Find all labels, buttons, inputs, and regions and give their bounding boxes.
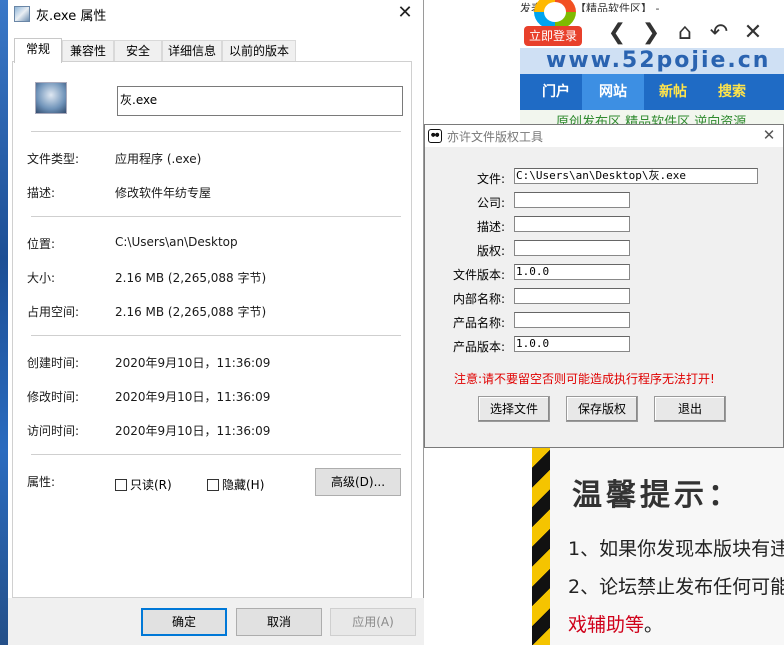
company-label: 公司: [476,196,505,210]
properties-dialog: 灰.exe 属性 ✕ 常规 兼容性 安全 详细信息 以前的版本 灰.exe 文件… [8,0,424,645]
desktop-background [0,0,8,645]
description-input[interactable] [514,216,630,232]
product-name-input[interactable] [514,312,630,328]
undo-icon[interactable]: ↶ [702,20,736,45]
close-icon[interactable]: ✕ [393,2,417,26]
hidden-checkbox[interactable]: 隐藏(H) [207,476,264,493]
copyright-input[interactable] [514,240,630,256]
warning-stripe [532,448,550,645]
readonly-label: 只读(R) [130,478,172,492]
divider [31,335,401,336]
close-icon[interactable]: ✕ [759,125,779,147]
advanced-button[interactable]: 高级(D)... [315,468,401,496]
panda-icon [428,129,442,143]
tab-previous-versions[interactable]: 以前的版本 [222,40,296,62]
created-value: 2020年9月10日，11:36:09 [115,356,271,370]
product-name-label: 产品名称: [452,316,505,330]
site-nav-portal[interactable]: 门户 [530,74,582,110]
dialog-footer: 确定 取消 应用(A) [8,598,424,645]
filename-input[interactable]: 灰.exe [117,86,403,116]
warning-text: 注意:请不要留空否则可能造成执行程序无法打开! [454,372,715,386]
product-version-input[interactable]: 1.0.0 [514,336,630,352]
size-label: 大小: [27,271,56,285]
accessed-value: 2020年9月10日，11:36:09 [115,424,271,438]
modified-label: 修改时间: [27,390,80,404]
back-icon[interactable]: ❮ [600,20,634,45]
exe-icon [35,82,67,114]
exit-button[interactable]: 退出 [654,396,726,422]
dialog-title: 灰.exe 属性 [36,9,107,24]
apply-button[interactable]: 应用(A) [330,608,416,636]
tab-general[interactable]: 常规 [14,38,62,63]
login-button[interactable]: 立即登录 [524,26,582,46]
size-value: 2.16 MB (2,265,088 字节) [115,271,267,285]
internal-name-input[interactable] [514,288,630,304]
tool-titlebar[interactable]: 亦许文件版权工具 ✕ [425,125,783,147]
divider [31,216,401,217]
cancel-button[interactable]: 取消 [236,608,322,636]
file-version-label: 文件版本: [452,268,505,282]
tab-details[interactable]: 详细信息 [162,40,222,62]
description-value: 修改软件年纺专屋 [115,186,212,200]
file-path-input[interactable]: C:\Users\an\Desktop\灰.exe [514,168,758,184]
save-copyright-button[interactable]: 保存版权 [566,396,638,422]
location-label: 位置: [27,237,56,251]
tab-compatibility[interactable]: 兼容性 [62,40,114,62]
copyright-tool-window: 亦许文件版权工具 ✕ 文件: C:\Users\an\Desktop\灰.exe… [424,124,784,448]
created-label: 创建时间: [27,356,80,370]
site-nav: 门户 网站 新帖 搜索 [520,74,784,110]
home-icon[interactable]: ⌂ [668,20,702,45]
product-version-label: 产品版本: [452,340,505,354]
readonly-checkbox[interactable]: 只读(R) [115,476,172,493]
notice-line: 2、论坛禁止发布任何可能 [568,576,784,598]
checkbox-box[interactable] [115,479,127,491]
select-file-button[interactable]: 选择文件 [478,396,550,422]
divider [31,454,401,455]
accessed-label: 访问时间: [27,424,80,438]
browser-nav-bar: ❮ ❯ ⌂ ↶ ✕ [600,20,770,45]
general-tab-panel: 灰.exe 文件类型: 应用程序 (.exe) 描述: 修改软件年纺专屋 位置:… [12,61,412,598]
internal-name-label: 内部名称: [452,292,505,306]
file-icon [14,6,30,22]
file-version-input[interactable]: 1.0.0 [514,264,630,280]
notice-line: 1、如果你发现本版块有违 [568,538,784,560]
site-nav-new-posts[interactable]: 新帖 [644,74,702,110]
location-value: C:\Users\an\Desktop [115,235,238,249]
ok-button[interactable]: 确定 [141,608,227,636]
site-nav-search[interactable]: 搜索 [702,74,762,110]
site-nav-site[interactable]: 网站 [582,74,644,110]
size-on-disk-value: 2.16 MB (2,265,088 字节) [115,305,267,319]
notice-line: 戏辅助等。 [568,610,663,637]
copyright-label: 版权: [476,244,505,258]
forward-icon[interactable]: ❯ [634,20,668,45]
tab-security[interactable]: 安全 [114,40,162,62]
notice-line-rest: 。 [644,614,664,636]
notice-highlight: 戏辅助等 [568,614,645,636]
tool-title: 亦许文件版权工具 [447,130,544,144]
type-value: 应用程序 (.exe) [115,152,202,166]
checkbox-box[interactable] [207,479,219,491]
attributes-label: 属性: [27,475,56,489]
company-input[interactable] [514,192,630,208]
notice-title: 温馨提示： [572,478,742,513]
size-on-disk-label: 占用空间: [27,305,80,319]
properties-titlebar[interactable]: 灰.exe 属性 ✕ [8,0,423,28]
file-label: 文件: [476,172,505,186]
notice-panel: 温馨提示： 1、如果你发现本版块有违 2、论坛禁止发布任何可能 戏辅助等。 [532,448,784,645]
type-label: 文件类型: [27,152,80,166]
hidden-label: 隐藏(H) [222,478,265,492]
description-label: 描述: [27,186,56,200]
modified-value: 2020年9月10日，11:36:09 [115,390,271,404]
description-label: 描述: [476,220,505,234]
site-banner: www.52pojie.cn [520,48,784,74]
close-icon[interactable]: ✕ [736,20,770,45]
divider [31,131,401,132]
